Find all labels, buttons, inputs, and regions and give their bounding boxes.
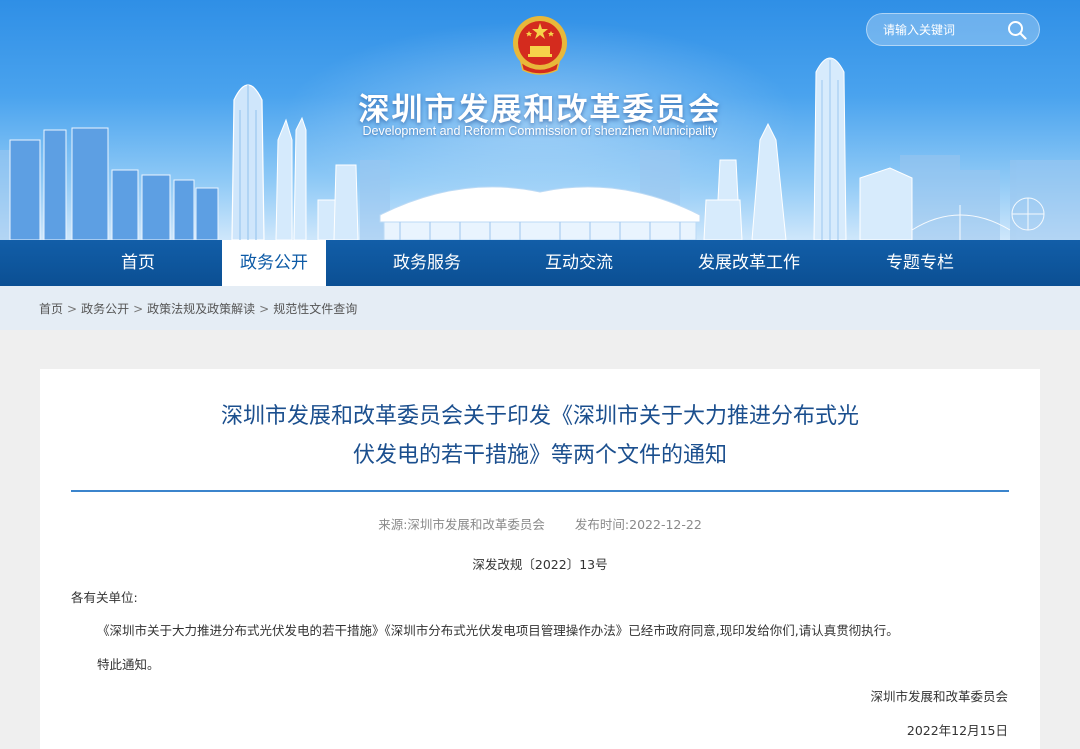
salutation: 各有关单位: — [71, 590, 138, 605]
date-label: 发布时间: — [574, 517, 630, 532]
breadcrumb-normative-documents[interactable]: 规范性文件查询 — [273, 302, 357, 316]
nav-item-government-affairs[interactable]: 政务公开 — [222, 240, 326, 286]
breadcrumb-home[interactable]: 首页 — [39, 302, 63, 316]
document-number: 深发改规〔2022〕13号 — [472, 557, 608, 572]
nav-item-home[interactable]: 首页 — [104, 240, 172, 286]
article-card: 深圳市发展和改革委员会关于印发《深圳市关于大力推进分布式光 伏发电的若干措施》等… — [40, 369, 1040, 749]
site-title: 深圳市发展和改革委员会 — [358, 92, 722, 128]
national-emblem-icon — [513, 16, 567, 75]
signature-organization: 深圳市发展和改革委员会 — [870, 689, 1008, 704]
breadcrumb-government-affairs[interactable]: 政务公开 — [81, 302, 129, 316]
source-value: 深圳市发展和改革委员会 — [407, 517, 545, 532]
article-title-line: 伏发电的若干措施》等两个文件的通知 — [352, 443, 727, 468]
site-subtitle: Development and Reform Commission of she… — [362, 124, 718, 138]
breadcrumb-policies[interactable]: 政策法规及政策解读 — [147, 302, 255, 316]
header-banner: 深圳市发展和改革委员会 Development and Reform Commi… — [0, 0, 1080, 240]
nav-item-interaction[interactable]: 互动交流 — [528, 240, 630, 286]
nav-item-special-topics[interactable]: 专题专栏 — [868, 240, 972, 286]
article-meta: 来源:深圳市发展和改革委员会 发布时间:2022-12-22 — [40, 514, 1040, 533]
signature-date: 2022年12月15日 — [906, 723, 1008, 738]
title-divider — [71, 490, 1009, 492]
article-title-line: 深圳市发展和改革委员会关于印发《深圳市关于大力推进分布式光 — [220, 404, 859, 429]
search-icon[interactable] — [1007, 20, 1027, 40]
publish-date: 2022-12-22 — [629, 517, 702, 532]
article-title: 深圳市发展和改革委员会关于印发《深圳市关于大力推进分布式光 伏发电的若干措施》等… — [110, 397, 970, 475]
breadcrumb-bar: 首页 > 政务公开 > 政策法规及政策解读 > 规范性文件查询 — [0, 286, 1080, 330]
search-input[interactable] — [883, 14, 1003, 45]
nav-item-reform-work[interactable]: 发展改革工作 — [680, 240, 818, 286]
breadcrumb-separator: > — [259, 302, 270, 316]
breadcrumb-separator: > — [133, 302, 144, 316]
nav-item-government-services[interactable]: 政务服务 — [376, 240, 478, 286]
search-box — [866, 13, 1040, 46]
breadcrumb-separator: > — [67, 302, 78, 316]
body-paragraph: 特此通知。 — [97, 657, 160, 672]
body-paragraph: 《深圳市关于大力推进分布式光伏发电的若干措施》《深圳市分布式光伏发电项目管理操作… — [97, 623, 899, 638]
main-nav: 首页 政务公开 政务服务 互动交流 发展改革工作 专题专栏 — [0, 240, 1080, 286]
breadcrumb: 首页 > 政务公开 > 政策法规及政策解读 > 规范性文件查询 — [39, 300, 357, 317]
source-label: 来源: — [378, 517, 408, 532]
